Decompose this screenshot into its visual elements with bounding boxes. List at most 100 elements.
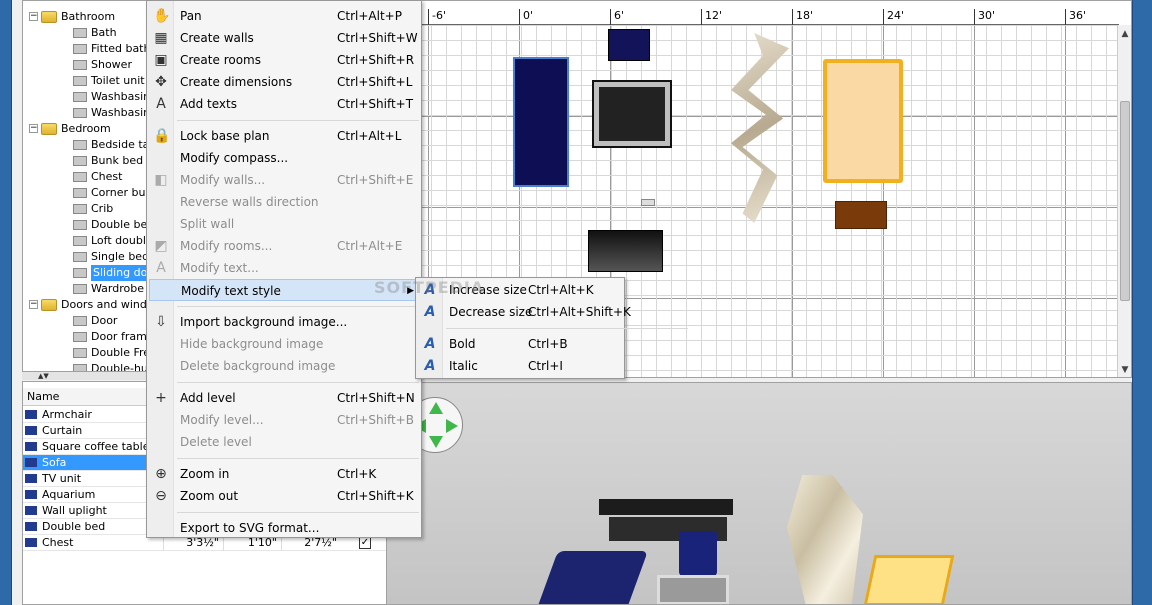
- furniture-thumbnail-icon: [73, 60, 87, 70]
- catalog-item-label: Crib: [91, 202, 114, 215]
- menu-item-create-dimensions[interactable]: ✥ Create dimensions Ctrl+Shift+L: [149, 71, 419, 93]
- menu-item-reverse-walls-direction[interactable]: Reverse walls direction: [149, 191, 419, 213]
- ruler-tick-label: 12': [701, 9, 722, 25]
- tree-collapse-toggle-icon[interactable]: −: [29, 12, 38, 21]
- window-frame-left: [0, 0, 12, 605]
- folder-icon: [41, 11, 57, 23]
- menu-item-create-rooms[interactable]: ▣ Create rooms Ctrl+Shift+R: [149, 49, 419, 71]
- menu-item-add-texts[interactable]: A Add texts Ctrl+Shift+T: [149, 93, 419, 115]
- menu-item-modify-level[interactable]: Modify level... Ctrl+Shift+B: [149, 409, 419, 431]
- catalog-item-label: Washbasin: [91, 106, 151, 119]
- menu-item-pan[interactable]: ✋ Pan Ctrl+Alt+P: [149, 5, 419, 27]
- menu-item-label: Import background image...: [180, 315, 348, 329]
- menu-item-import-background-image[interactable]: ⇩ Import background image...: [149, 311, 419, 333]
- menu-item-zoom-out[interactable]: ⊖ Zoom out Ctrl+Shift+K: [149, 485, 419, 507]
- menu-item-delete-background-image[interactable]: Delete background image: [149, 355, 419, 377]
- menu-item-hide-background-image[interactable]: Hide background image: [149, 333, 419, 355]
- plan-sofa-selected[interactable]: [513, 57, 569, 187]
- zoom-out-icon: ⊖: [155, 488, 167, 504]
- scroll-down-icon[interactable]: ▼: [1118, 363, 1131, 377]
- plan-armchair[interactable]: [608, 29, 650, 61]
- scroll-up-icon[interactable]: ▲: [1118, 27, 1131, 41]
- catalog-category-label: Doors and wind: [61, 298, 147, 311]
- menu-item-shortcut: Ctrl+Shift+B: [337, 413, 414, 427]
- menu-item-label: Add texts: [180, 97, 237, 111]
- furniture-name: Wall uplight: [42, 504, 107, 517]
- furniture-name: Armchair: [42, 408, 92, 421]
- menu-item-split-wall[interactable]: Split wall: [149, 213, 419, 235]
- menu-item-label: Modify level...: [180, 413, 264, 427]
- furniture-name: TV unit: [42, 472, 82, 485]
- delete-level-icon: [153, 434, 169, 450]
- italic-icon: A: [424, 358, 436, 374]
- furniture-icon: [25, 522, 37, 531]
- folder-icon: [41, 123, 57, 135]
- furniture-icon: [25, 490, 37, 499]
- 3d-tv-unit: [599, 499, 733, 515]
- menu-item-shortcut: Ctrl+Alt+K: [528, 283, 594, 297]
- plan-context-menu: ✋ Pan Ctrl+Alt+P ▦ Create walls Ctrl+Shift+W ▣…: [146, 0, 422, 538]
- menu-item-label: Export to SVG format...: [180, 521, 320, 535]
- furniture-thumbnail-icon: [73, 204, 87, 214]
- furniture-name: Double bed: [42, 520, 106, 533]
- furniture-icon: [25, 426, 37, 435]
- export-svg-icon: [153, 520, 169, 536]
- 3d-view[interactable]: [386, 382, 1132, 605]
- menu-separator: [177, 306, 419, 307]
- menu-item-modify-compass[interactable]: Modify compass...: [149, 147, 419, 169]
- menu-item-label: Split wall: [180, 217, 235, 231]
- menu-item-delete-level[interactable]: Delete level: [149, 431, 419, 453]
- plan-vertical-scrollbar[interactable]: ▲ ▼: [1117, 25, 1131, 377]
- menu-item-shortcut: Ctrl+Shift+W: [337, 31, 418, 45]
- 3d-double-bed: [863, 555, 955, 604]
- furniture-thumbnail-icon: [73, 364, 87, 371]
- plan-coffee-table[interactable]: [592, 80, 672, 148]
- furniture-icon: [25, 538, 37, 547]
- menu-item-modify-walls[interactable]: ◧ Modify walls... Ctrl+Shift+E: [149, 169, 419, 191]
- reverse-walls-icon: [153, 194, 169, 210]
- plan-wall-uplight[interactable]: [641, 199, 655, 206]
- menu-item-shortcut: Ctrl+Shift+K: [337, 489, 414, 503]
- furniture-icon: [25, 506, 37, 515]
- menu-separator: [446, 328, 688, 329]
- catalog-item-label: Corner bun: [91, 186, 153, 199]
- menu-separator: [177, 458, 419, 459]
- catalog-item-label: Loft double: [91, 234, 153, 247]
- menu-item-shortcut: Ctrl+Shift+R: [337, 53, 415, 67]
- menu-item-lock-base-plan[interactable]: 🔒 Lock base plan Ctrl+Alt+L: [149, 125, 419, 147]
- folder-icon: [41, 299, 57, 311]
- tree-collapse-toggle-icon[interactable]: −: [29, 300, 38, 309]
- menu-item-export-to-svg-format[interactable]: Export to SVG format...: [149, 517, 419, 539]
- tree-collapse-toggle-icon[interactable]: −: [29, 124, 38, 133]
- plan-double-bed[interactable]: [823, 59, 903, 183]
- menu-item-add-level[interactable]: + Add level Ctrl+Shift+N: [149, 387, 419, 409]
- menu-item-zoom-in[interactable]: ⊕ Zoom in Ctrl+K: [149, 463, 419, 485]
- menu-item-modify-text[interactable]: A Modify text...: [149, 257, 419, 279]
- menu-item-modify-rooms[interactable]: ◩ Modify rooms... Ctrl+Alt+E: [149, 235, 419, 257]
- furniture-name: Square coffee table: [42, 440, 150, 453]
- menu-item-decrease-size[interactable]: A Decrease size Ctrl+Alt+Shift+K: [418, 301, 631, 323]
- menu-item-create-walls[interactable]: ▦ Create walls Ctrl+Shift+W: [149, 27, 419, 49]
- plan-tv-unit[interactable]: [588, 230, 663, 272]
- add-level-icon: +: [155, 390, 167, 406]
- menu-item-shortcut: Ctrl+Shift+E: [337, 173, 414, 187]
- scroll-thumb[interactable]: [1120, 101, 1130, 301]
- menu-item-bold[interactable]: A Bold Ctrl+B: [418, 333, 622, 355]
- furniture-name: Curtain: [42, 424, 83, 437]
- watermark-text: SOFTPEDIA: [374, 278, 485, 297]
- menu-item-italic[interactable]: A Italic Ctrl+I: [418, 355, 622, 377]
- delete-background-icon: [153, 358, 169, 374]
- plan-chest[interactable]: [835, 201, 887, 229]
- plan-curtain[interactable]: [731, 33, 789, 223]
- catalog-item-label: Door: [91, 314, 118, 327]
- furniture-thumbnail-icon: [73, 172, 87, 182]
- menu-item-label: Create dimensions: [180, 75, 293, 89]
- furniture-name: Chest: [42, 536, 74, 549]
- menu-item-shortcut: Ctrl+Alt+E: [337, 239, 403, 253]
- modify-level-icon: [153, 412, 169, 428]
- menu-item-label: Italic: [449, 359, 478, 373]
- furniture-thumbnail-icon: [73, 28, 87, 38]
- catalog-category-label: Bedroom: [61, 122, 111, 135]
- menu-item-shortcut: Ctrl+Shift+T: [337, 97, 414, 111]
- furniture-thumbnail-icon: [73, 236, 87, 246]
